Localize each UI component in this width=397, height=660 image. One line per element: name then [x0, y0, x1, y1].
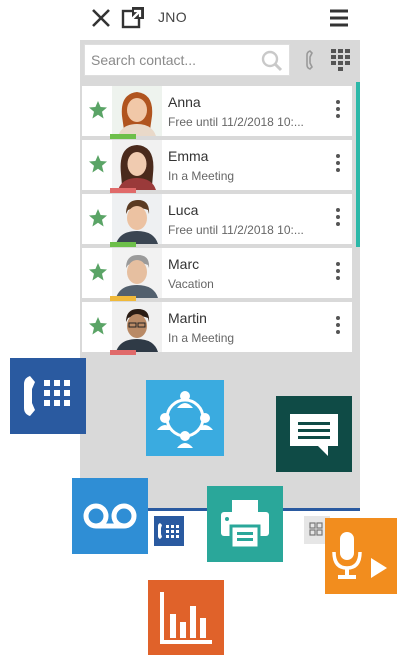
contact-name: Marc — [168, 256, 200, 272]
contact-row[interactable]: Luca Free until 11/2/2018 10:... — [82, 194, 352, 247]
avatar — [112, 86, 162, 136]
contact-row[interactable]: Martin In a Meeting — [82, 302, 352, 355]
more-options-icon[interactable] — [334, 316, 342, 338]
contact-status: Vacation — [168, 277, 214, 291]
contact-row[interactable]: Anna Free until 11/2/2018 10:... — [82, 86, 352, 139]
voice-recorder-tile[interactable] — [325, 518, 397, 594]
popout-icon[interactable] — [120, 5, 146, 31]
phone-icon[interactable] — [306, 49, 320, 76]
favorite-star-icon[interactable] — [88, 316, 108, 341]
hamburger-menu-icon[interactable] — [326, 5, 352, 31]
voicemail-tile[interactable] — [72, 478, 148, 554]
contact-name: Martin — [168, 310, 207, 326]
favorite-star-icon[interactable] — [88, 262, 108, 287]
fax-icon — [221, 500, 269, 550]
desk-phone-tile[interactable] — [10, 358, 86, 434]
top-bar: JNO — [84, 0, 356, 36]
conference-icon — [157, 391, 213, 448]
contact-row[interactable]: Marc Vacation — [82, 248, 352, 301]
window-title: JNO — [158, 9, 187, 25]
more-options-icon[interactable] — [334, 154, 342, 176]
chat-icon — [290, 414, 338, 456]
contact-name: Luca — [168, 202, 199, 218]
presence-indicator — [110, 242, 136, 247]
scrollbar[interactable] — [356, 82, 360, 247]
contact-name: Anna — [168, 94, 201, 110]
contact-status: Free until 11/2/2018 10:... — [168, 115, 304, 129]
search-input[interactable] — [85, 45, 261, 75]
presence-indicator — [110, 350, 136, 355]
avatar — [112, 302, 162, 352]
conference-tile[interactable] — [146, 380, 224, 456]
avatar — [112, 248, 162, 298]
favorite-star-icon[interactable] — [88, 100, 108, 125]
voicemail-icon — [83, 503, 137, 529]
more-options-icon[interactable] — [334, 262, 342, 284]
mini-phone-button[interactable] — [154, 516, 184, 546]
close-icon[interactable] — [88, 5, 114, 31]
presence-indicator — [110, 134, 136, 139]
chat-tile[interactable] — [276, 396, 352, 472]
contact-status: In a Meeting — [168, 169, 235, 183]
contact-status: Free until 11/2/2018 10:... — [168, 223, 304, 237]
desk-phone-icon — [154, 516, 184, 546]
microphone-play-icon — [332, 532, 387, 579]
contact-status: In a Meeting — [168, 331, 235, 345]
favorite-star-icon[interactable] — [88, 154, 108, 179]
more-options-icon[interactable] — [334, 208, 342, 230]
desk-phone-icon — [24, 376, 70, 416]
fax-tile[interactable] — [207, 486, 283, 562]
search-box — [84, 44, 290, 76]
avatar — [112, 194, 162, 244]
more-options-icon[interactable] — [334, 100, 342, 122]
presence-indicator — [110, 188, 136, 193]
presence-indicator — [110, 296, 136, 301]
favorite-star-icon[interactable] — [88, 208, 108, 233]
search-icon[interactable] — [261, 50, 283, 77]
bar-chart-icon — [160, 592, 212, 644]
dialpad-icon[interactable] — [330, 48, 352, 77]
contact-row[interactable]: Emma In a Meeting — [82, 140, 352, 193]
reports-tile[interactable] — [148, 580, 224, 655]
avatar — [112, 140, 162, 190]
contact-name: Emma — [168, 148, 209, 164]
